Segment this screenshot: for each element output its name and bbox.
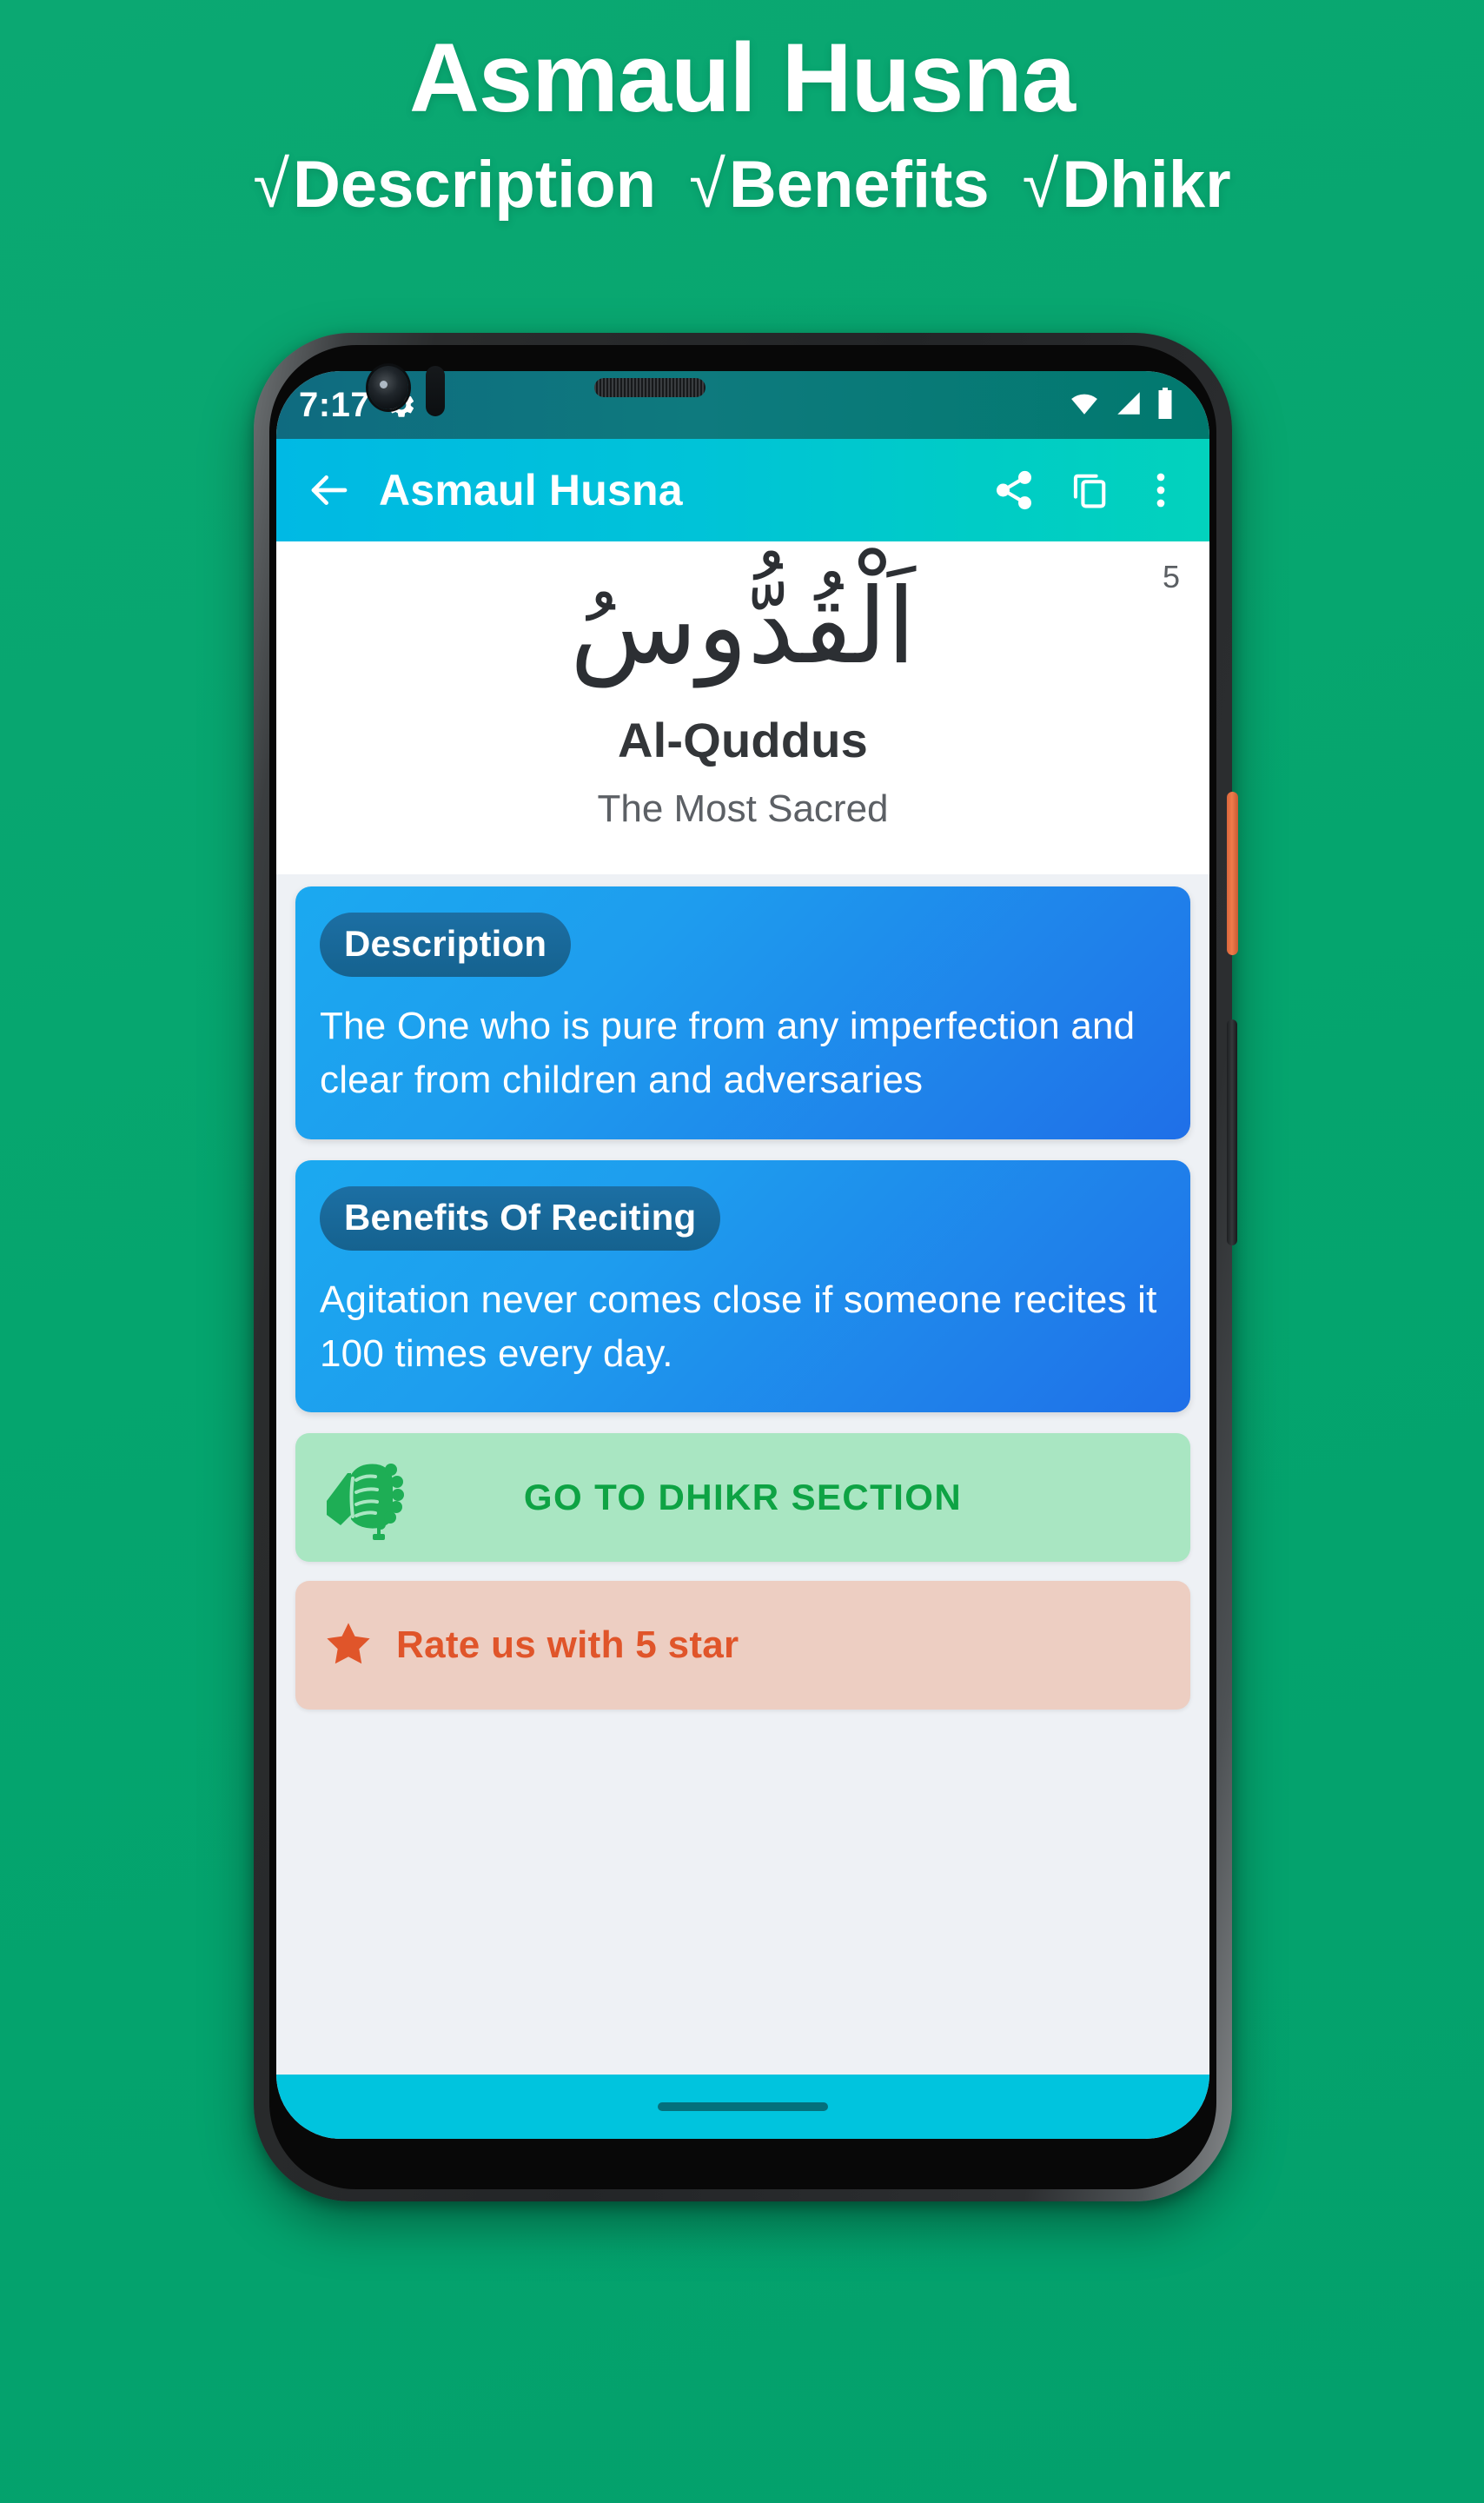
promo-title: Asmaul Husna	[409, 23, 1076, 132]
go-to-dhikr-label: GO TO DHIKR SECTION	[523, 1477, 963, 1518]
promo-feature-label: Description	[293, 147, 657, 222]
promo-feature-label: Benefits	[728, 147, 990, 222]
promo-feature-list: √Description √Benefits √Dhikr	[0, 149, 1484, 222]
power-button[interactable]	[1227, 792, 1238, 955]
proximity-sensor-icon	[426, 366, 445, 416]
benefits-card: Benefits Of Reciting Agitation never com…	[295, 1159, 1190, 1413]
earpiece-speaker-icon	[594, 378, 706, 397]
description-chip-label: Description	[320, 912, 572, 977]
signal-icon	[1112, 388, 1145, 422]
rate-us-label: Rate us with 5 star	[396, 1623, 739, 1667]
copy-icon[interactable]	[1051, 459, 1128, 521]
status-bar-clock: 7:17	[299, 385, 371, 424]
front-camera-icon	[368, 366, 408, 409]
go-to-dhikr-section-button[interactable]: GO TO DHIKR SECTION	[295, 1433, 1190, 1563]
rate-us-button[interactable]: Rate us with 5 star	[295, 1581, 1190, 1710]
promo-feature-description: √Description	[253, 149, 656, 222]
name-transliteration: Al-Quddus	[618, 712, 868, 767]
name-arabic-text: اَلْقُدُّوسُ	[569, 567, 917, 687]
phone-screen: 7:17 Asmaul Husna 5 اَلْقُدُّوسُ Al-Qudd…	[276, 371, 1209, 2139]
wifi-icon	[1067, 388, 1102, 422]
promo-feature-benefits: √Benefits	[689, 149, 990, 222]
phone-mockup: 7:17 Asmaul Husna 5 اَلْقُدُّوسُ Al-Qudd…	[254, 333, 1238, 2201]
volume-rocker-button[interactable]	[1227, 1019, 1237, 1245]
overflow-menu-icon[interactable]	[1128, 460, 1183, 521]
app-bar-title: Asmaul Husna	[379, 466, 683, 515]
name-meaning: The Most Sacred	[597, 787, 889, 830]
promo-feature-label: Dhikr	[1062, 147, 1231, 222]
status-bar-indicators	[1067, 387, 1175, 423]
detail-content[interactable]: Description The One who is pure from any…	[276, 873, 1209, 2075]
status-bar: 7:17	[276, 371, 1209, 439]
benefits-text: Agitation never comes close if someone r…	[320, 1278, 1157, 1375]
description-text: The One who is pure from any imperfectio…	[320, 1004, 1136, 1102]
battery-icon	[1156, 387, 1175, 423]
share-icon[interactable]	[977, 460, 1051, 521]
promo-header: Asmaul Husna √Description √Benefits √Dhi…	[0, 0, 1484, 222]
home-gesture-pill[interactable]	[658, 2102, 828, 2111]
benefits-chip-label: Benefits Of Reciting	[320, 1185, 721, 1251]
name-header-card: 5 اَلْقُدُّوسُ Al-Quddus The Most Sacred	[276, 541, 1209, 874]
tasbih-hand-icon	[321, 1454, 405, 1541]
app-bar: Asmaul Husna	[276, 439, 1209, 541]
check-icon: √	[253, 147, 290, 222]
check-icon: √	[1022, 147, 1059, 222]
back-arrow-icon[interactable]	[299, 460, 360, 521]
check-icon: √	[689, 147, 725, 222]
name-index-number: 5	[1162, 559, 1180, 594]
star-icon	[323, 1618, 374, 1673]
system-navigation-bar	[276, 2075, 1209, 2139]
description-card: Description The One who is pure from any…	[295, 886, 1190, 1139]
promo-feature-dhikr: √Dhikr	[1023, 149, 1231, 222]
